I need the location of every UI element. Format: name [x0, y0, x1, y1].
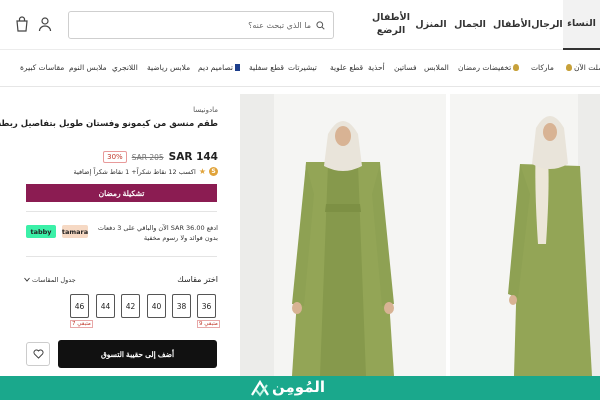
logo-mark-icon	[251, 379, 269, 397]
subnav-item-lingerie[interactable]: اللانجري	[112, 63, 138, 72]
discount-badge: 30%	[103, 151, 127, 163]
nav-beauty[interactable]: الجمال	[452, 0, 488, 50]
subnav-item-clothing[interactable]: الملابس	[424, 63, 449, 72]
subnav-item-brands[interactable]: ماركات	[531, 63, 554, 72]
watermark-banner: المُومِن	[0, 376, 600, 400]
subnav-item-ramadan-sale[interactable]: تخفيضات رمضان	[458, 63, 520, 72]
sub-navigation: وصلت الآن ماركات تخفيضات رمضان الملابس ف…	[0, 51, 600, 87]
top-header: الأطفال الرضع المنزل الجمال الأطفال الرج…	[0, 0, 600, 50]
chevron-down-icon	[24, 276, 30, 284]
old-price: SAR 205	[131, 152, 164, 162]
search-icon	[316, 20, 325, 30]
size-option-42[interactable]: 42	[121, 294, 140, 318]
subnav-item-bottoms[interactable]: قطع سفلية	[249, 63, 284, 72]
installment-text: ادفع SAR 36.00 الآن والباقي على 3 دفعات …	[97, 224, 218, 243]
ramadan-collection-button[interactable]: تشكيلة رمضان	[26, 184, 217, 202]
divider	[26, 211, 217, 212]
ramadan-icon	[513, 64, 520, 71]
user-icon[interactable]	[35, 14, 55, 34]
nav-men[interactable]: الرجال	[530, 0, 564, 50]
size-option-44[interactable]: 44	[96, 294, 115, 318]
new-badge-icon	[566, 64, 572, 71]
nav-home[interactable]: المنزل	[415, 0, 446, 50]
subnav-item-dim-designs[interactable]: تصاميم ديم	[198, 63, 240, 72]
points-text: اكسب 12 نقاط شكراً+ 1 نقاط شكراً إضافية	[73, 167, 196, 176]
current-price: SAR 144	[168, 151, 218, 163]
price-row: 30% SAR 205 SAR 144	[103, 151, 218, 163]
nav-women[interactable]: النساء	[563, 0, 600, 50]
nav-kids[interactable]: الأطفال	[493, 0, 531, 50]
tamara-logo[interactable]: tamara	[62, 225, 88, 238]
add-to-bag-button[interactable]: أضف إلى حقيبة التسوق	[58, 340, 217, 368]
coin-icon: S	[209, 167, 218, 176]
stock-label-46: 7 متبقي	[70, 320, 93, 328]
search-input[interactable]	[91, 12, 311, 38]
product-info-panel: مادونيسا طقم منسق من كيمونو وفستان طويل …	[0, 94, 236, 376]
size-guide-link[interactable]: جدول المقاسات	[24, 276, 76, 284]
size-option-40[interactable]: 40	[147, 294, 166, 318]
product-title: طقم منسق من كيمونو وفستان طويل بتفاصيل ر…	[0, 119, 218, 129]
brand-mark-icon	[234, 64, 240, 71]
subnav-item-sleepwear[interactable]: ملابس النوم	[69, 63, 107, 72]
tabby-logo[interactable]: tabby	[26, 225, 56, 238]
subnav-item-new[interactable]: وصلت الآن	[566, 63, 600, 72]
star-icon: ★	[198, 167, 206, 176]
heart-icon	[33, 347, 44, 362]
search-box[interactable]	[68, 11, 334, 39]
size-option-38[interactable]: 38	[172, 294, 191, 318]
size-option-46[interactable]: 46	[70, 294, 89, 318]
wishlist-button[interactable]	[26, 342, 50, 366]
subnav-item-dresses[interactable]: فساتين	[394, 63, 417, 72]
subnav-item-plus-size[interactable]: مقاسات كبيرة	[20, 63, 64, 72]
stock-label-36: 9 متبقي	[197, 320, 220, 328]
size-title: اختر مقاسك	[177, 275, 218, 284]
bag-icon[interactable]	[12, 14, 32, 34]
subnav-item-shoes[interactable]: أحذية	[368, 63, 385, 72]
product-image-side[interactable]	[450, 94, 600, 376]
divider	[26, 256, 217, 257]
nav-baby[interactable]: الأطفال الرضع	[368, 0, 414, 50]
size-option-36[interactable]: 36	[197, 294, 216, 318]
subnav-item-sportswear[interactable]: ملابس رياضية	[147, 63, 190, 72]
points-row: اكسب 12 نقاط شكراً+ 1 نقاط شكراً إضافية …	[73, 167, 218, 176]
banner-logo-text: المُومِن	[272, 378, 326, 396]
brand-name[interactable]: مادونيسا	[193, 106, 218, 114]
product-image-front[interactable]	[240, 94, 446, 376]
subnav-item-tshirts[interactable]: تيشيرتات	[288, 63, 317, 72]
subnav-item-tops[interactable]: قطع علوية	[330, 63, 363, 72]
